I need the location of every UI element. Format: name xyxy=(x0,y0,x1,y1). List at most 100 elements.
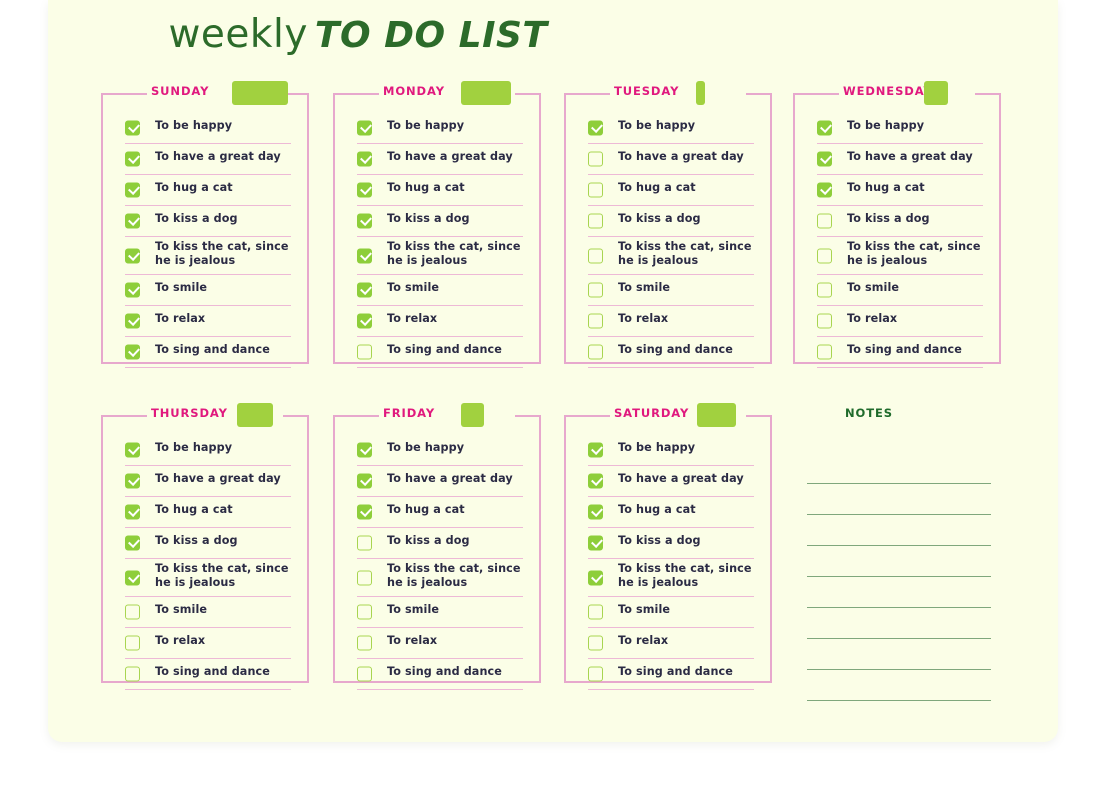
task-row[interactable]: To hug a cat xyxy=(357,175,523,206)
checkbox-checked-icon[interactable] xyxy=(357,213,372,229)
checkbox-checked-icon[interactable] xyxy=(817,182,832,198)
note-line[interactable] xyxy=(807,515,991,546)
task-row[interactable]: To relax xyxy=(357,306,523,337)
checkbox-checked-icon[interactable] xyxy=(125,248,140,263)
checkbox-checked-icon[interactable] xyxy=(817,120,832,136)
task-row[interactable]: To have a great day xyxy=(817,144,983,175)
checkbox-checked-icon[interactable] xyxy=(817,151,832,167)
task-row[interactable]: To sing and dance xyxy=(125,659,291,690)
checkbox-checked-icon[interactable] xyxy=(357,248,372,263)
task-row[interactable]: To sing and dance xyxy=(357,337,523,368)
task-row[interactable]: To hug a cat xyxy=(125,497,291,528)
checkbox-checked-icon[interactable] xyxy=(588,504,603,520)
checkbox-checked-icon[interactable] xyxy=(125,570,140,585)
checkbox-unchecked-icon[interactable] xyxy=(357,635,372,651)
checkbox-checked-icon[interactable] xyxy=(125,282,140,298)
checkbox-unchecked-icon[interactable] xyxy=(588,248,603,263)
task-row[interactable]: To kiss the cat, since he is jealous xyxy=(125,237,291,275)
checkbox-checked-icon[interactable] xyxy=(588,473,603,489)
task-row[interactable]: To kiss the cat, since he is jealous xyxy=(588,559,754,597)
checkbox-checked-icon[interactable] xyxy=(125,344,140,360)
task-row[interactable]: To relax xyxy=(357,628,523,659)
task-row[interactable]: To be happy xyxy=(817,113,983,144)
task-row[interactable]: To sing and dance xyxy=(588,337,754,368)
task-row[interactable]: To kiss a dog xyxy=(357,206,523,237)
task-row[interactable]: To be happy xyxy=(588,113,754,144)
task-row[interactable]: To kiss a dog xyxy=(125,206,291,237)
task-row[interactable]: To be happy xyxy=(125,435,291,466)
checkbox-unchecked-icon[interactable] xyxy=(588,313,603,329)
checkbox-checked-icon[interactable] xyxy=(588,570,603,585)
task-row[interactable]: To hug a cat xyxy=(588,175,754,206)
checkbox-checked-icon[interactable] xyxy=(357,313,372,329)
checkbox-checked-icon[interactable] xyxy=(125,120,140,136)
task-row[interactable]: To kiss the cat, since he is jealous xyxy=(357,559,523,597)
checkbox-unchecked-icon[interactable] xyxy=(817,282,832,298)
checkbox-checked-icon[interactable] xyxy=(125,504,140,520)
task-row[interactable]: To smile xyxy=(357,275,523,306)
checkbox-unchecked-icon[interactable] xyxy=(357,535,372,551)
checkbox-unchecked-icon[interactable] xyxy=(817,344,832,360)
task-row[interactable]: To be happy xyxy=(357,435,523,466)
checkbox-checked-icon[interactable] xyxy=(125,473,140,489)
notes-lines[interactable] xyxy=(807,453,991,701)
checkbox-checked-icon[interactable] xyxy=(125,213,140,229)
task-row[interactable]: To kiss the cat, since he is jealous xyxy=(817,237,983,275)
task-row[interactable]: To relax xyxy=(125,306,291,337)
task-row[interactable]: To sing and dance xyxy=(817,337,983,368)
task-row[interactable]: To hug a cat xyxy=(817,175,983,206)
task-row[interactable]: To be happy xyxy=(588,435,754,466)
task-row[interactable]: To have a great day xyxy=(125,144,291,175)
checkbox-unchecked-icon[interactable] xyxy=(125,635,140,651)
task-row[interactable]: To have a great day xyxy=(357,466,523,497)
checkbox-checked-icon[interactable] xyxy=(125,442,140,458)
checkbox-unchecked-icon[interactable] xyxy=(125,604,140,620)
task-row[interactable]: To relax xyxy=(817,306,983,337)
task-row[interactable]: To hug a cat xyxy=(357,497,523,528)
checkbox-unchecked-icon[interactable] xyxy=(817,313,832,329)
checkbox-unchecked-icon[interactable] xyxy=(817,213,832,229)
checkbox-unchecked-icon[interactable] xyxy=(588,635,603,651)
task-row[interactable]: To smile xyxy=(588,275,754,306)
checkbox-unchecked-icon[interactable] xyxy=(357,344,372,360)
checkbox-unchecked-icon[interactable] xyxy=(357,666,372,682)
task-row[interactable]: To sing and dance xyxy=(588,659,754,690)
task-row[interactable]: To kiss the cat, since he is jealous xyxy=(357,237,523,275)
task-row[interactable]: To have a great day xyxy=(125,466,291,497)
checkbox-unchecked-icon[interactable] xyxy=(817,248,832,263)
checkbox-unchecked-icon[interactable] xyxy=(588,666,603,682)
task-row[interactable]: To kiss a dog xyxy=(588,206,754,237)
task-row[interactable]: To kiss a dog xyxy=(817,206,983,237)
task-row[interactable]: To smile xyxy=(357,597,523,628)
task-row[interactable]: To hug a cat xyxy=(588,497,754,528)
note-line[interactable] xyxy=(807,577,991,608)
checkbox-checked-icon[interactable] xyxy=(357,504,372,520)
task-row[interactable]: To have a great day xyxy=(588,144,754,175)
checkbox-unchecked-icon[interactable] xyxy=(588,213,603,229)
checkbox-checked-icon[interactable] xyxy=(357,442,372,458)
checkbox-unchecked-icon[interactable] xyxy=(357,570,372,585)
checkbox-checked-icon[interactable] xyxy=(125,151,140,167)
task-row[interactable]: To kiss the cat, since he is jealous xyxy=(125,559,291,597)
checkbox-checked-icon[interactable] xyxy=(357,151,372,167)
task-row[interactable]: To smile xyxy=(125,275,291,306)
checkbox-checked-icon[interactable] xyxy=(588,120,603,136)
checkbox-unchecked-icon[interactable] xyxy=(588,344,603,360)
task-row[interactable]: To kiss a dog xyxy=(588,528,754,559)
checkbox-checked-icon[interactable] xyxy=(357,120,372,136)
task-row[interactable]: To relax xyxy=(125,628,291,659)
task-row[interactable]: To kiss a dog xyxy=(357,528,523,559)
task-row[interactable]: To smile xyxy=(125,597,291,628)
task-row[interactable]: To relax xyxy=(588,628,754,659)
task-row[interactable]: To smile xyxy=(588,597,754,628)
checkbox-checked-icon[interactable] xyxy=(588,442,603,458)
note-line[interactable] xyxy=(807,639,991,670)
checkbox-unchecked-icon[interactable] xyxy=(588,151,603,167)
note-line[interactable] xyxy=(807,546,991,577)
task-row[interactable]: To be happy xyxy=(357,113,523,144)
task-row[interactable]: To have a great day xyxy=(588,466,754,497)
task-row[interactable]: To be happy xyxy=(125,113,291,144)
task-row[interactable]: To sing and dance xyxy=(357,659,523,690)
note-line[interactable] xyxy=(807,484,991,515)
note-line[interactable] xyxy=(807,453,991,484)
